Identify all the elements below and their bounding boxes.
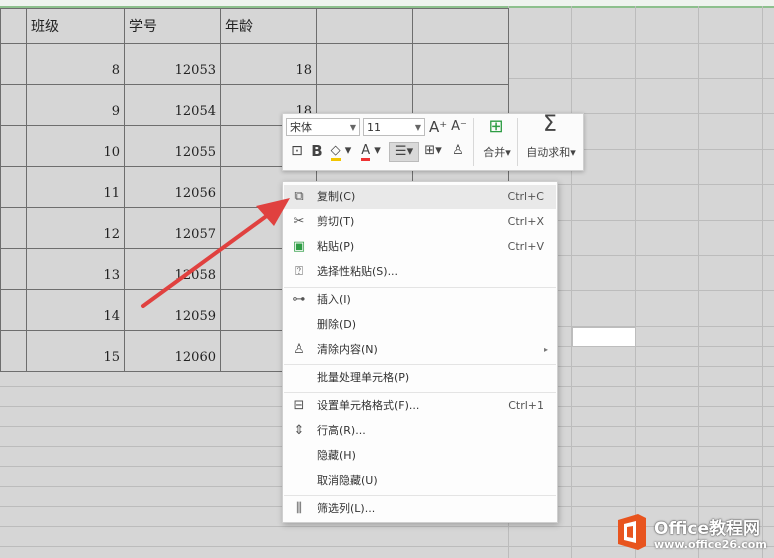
watermark: Office教程网 www.office26.com — [612, 510, 774, 558]
watermark-title: Office教程网 — [654, 519, 761, 539]
watermark-url: www.office26.com — [654, 538, 767, 551]
annotation-arrow — [141, 198, 290, 308]
arrow-shaft — [141, 210, 274, 308]
office-logo-icon — [618, 514, 646, 550]
